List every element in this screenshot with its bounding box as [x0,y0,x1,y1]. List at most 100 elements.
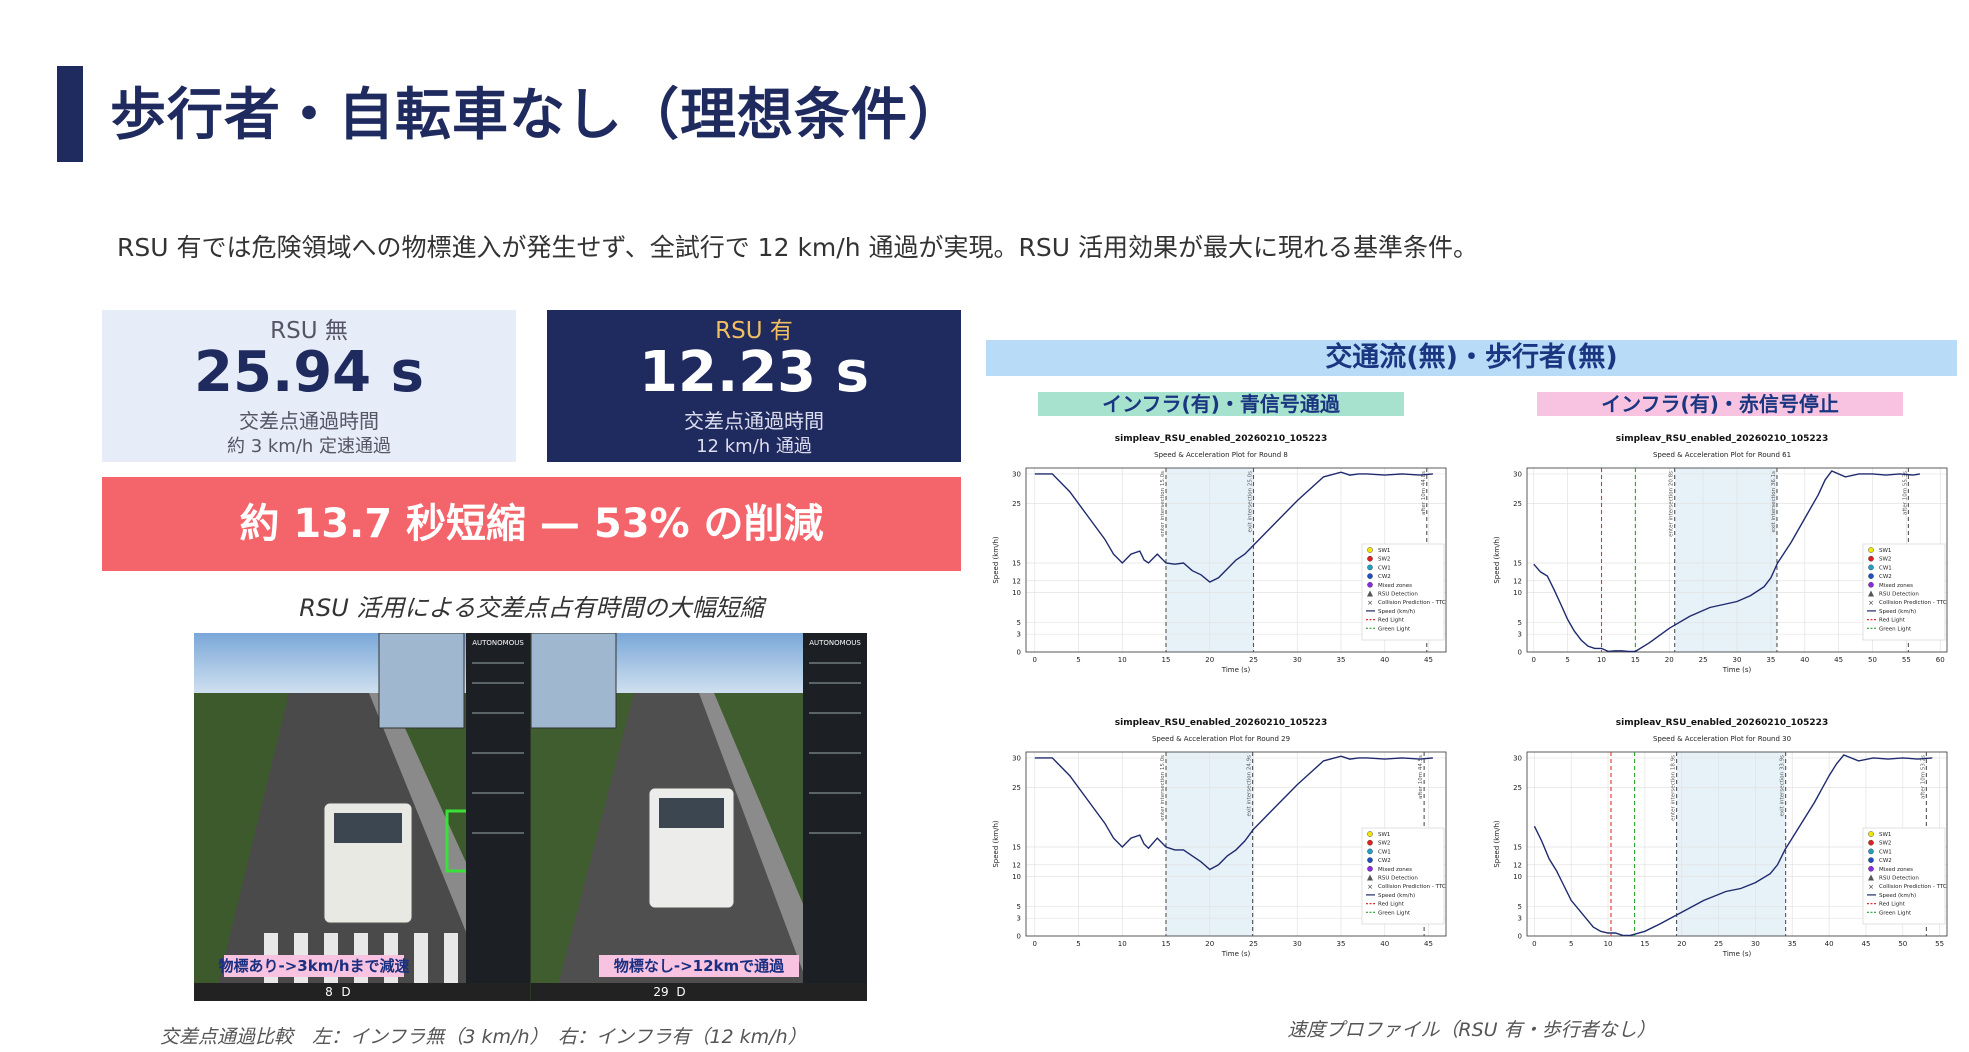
legend-marker [1367,865,1373,872]
right-panel-title: AUTONOMOUS [809,639,861,647]
x-tick-label: 20 [1665,656,1674,664]
chart-title: simpleav_RSU_enabled_20260210_105223 [1115,718,1327,728]
right-bus-window [659,798,724,828]
legend-label: SW1 [1378,832,1390,838]
x-tick-label: 25 [1699,656,1708,664]
legend-label: Red Light [1378,618,1405,624]
x-tick-label: 5 [1565,656,1569,664]
x-tick-label: 40 [1800,656,1809,664]
rsu-on-card: RSU 有 12.23 s 交差点通過時間 12 km/h 通過 [547,310,961,462]
x-tick-label: 25 [1249,656,1258,664]
screenshot-caption: 交差点通過比較 左：インフラ無（3 km/h） 右：インフラ有（12 km/h） [160,1026,807,1048]
x-tick-label: 10 [1118,656,1127,664]
marker-vline-label: exit intersection 36.1s [1771,471,1777,533]
legend-marker [1868,848,1874,855]
y-tick-label: 3 [1017,631,1021,639]
intersection-shade [1674,468,1777,652]
legend-marker [1367,831,1373,837]
legend-label: Collision Prediction - TTC [1378,884,1446,890]
x-tick-label: 40 [1825,940,1834,948]
marker-vline-label: enter intersection 18.9s [1671,755,1677,821]
right-minimap [530,633,617,729]
legend-label: Speed (km/h) [1879,893,1916,899]
x-tick-label: 15 [1631,656,1640,664]
legend-marker [1868,857,1874,863]
legend-marker: × [1868,599,1874,607]
legend-label: Red Light [1378,902,1405,908]
rsu-on-desc: 交差点通過時間 [684,409,824,433]
x-tick-label: 35 [1337,940,1346,948]
right-control-panel [803,633,867,1001]
chart-subtitle: Speed & Acceleration Plot for Round 8 [1154,451,1288,459]
legend-label: RSU Detection [1879,876,1919,882]
legend-marker [1868,555,1874,562]
title-accent-bar [57,66,83,162]
legend-marker [1367,555,1373,562]
legend-label: Green Light [1378,626,1411,632]
simulator-scene: AUTONOMOUS 物標あり->3km/hまで減速 8 D AUTONOMOU… [194,633,867,1001]
y-tick-label: 0 [1518,649,1522,657]
y-tick-label: 12 [1012,577,1021,585]
y-tick-label: 12 [1012,861,1021,869]
x-axis-label: Time (s) [1221,666,1251,674]
x-tick-label: 35 [1766,656,1775,664]
x-tick-label: 15 [1640,940,1649,948]
y-axis-label: Speed (km/h) [1493,536,1501,584]
x-tick-label: 25 [1249,940,1258,948]
x-tick-label: 55 [1935,940,1944,948]
marker-vline-label: exit intersection 33.9s [1780,755,1786,817]
legend-label: Red Light [1879,618,1906,624]
x-tick-label: 50 [1898,940,1907,948]
legend-label: CW1 [1378,565,1391,571]
y-tick-label: 10 [1012,873,1021,881]
legend-label: Collision Prediction - TTC [1378,600,1446,606]
legend-label: Green Light [1378,910,1411,916]
legend-label: CW2 [1879,858,1892,864]
x-axis-label: Time (s) [1722,666,1752,674]
legend-label: RSU Detection [1879,592,1919,598]
legend-label: CW1 [1879,849,1892,855]
y-tick-label: 30 [1513,470,1522,478]
rsu-off-time: 25.94 s [194,340,424,405]
x-tick-label: 55 [1902,656,1911,664]
marker-vline-label: enter intersection 15.0s [1160,471,1166,537]
legend-marker [1868,581,1874,588]
y-tick-label: 0 [1017,933,1021,941]
y-axis-label: Speed (km/h) [992,820,1000,868]
legend-label: Speed (km/h) [1879,609,1916,615]
y-tick-label: 12 [1513,577,1522,585]
x-tick-label: 15 [1162,940,1171,948]
right-overlay-text: 物標なし->12kmで通過 [614,957,785,975]
marker-vline-label: exit intersection 25.0s [1248,471,1254,533]
y-tick-label: 15 [1012,559,1021,567]
marker-vline-label: after 10m 44.5s [1418,755,1424,799]
legend-marker [1868,573,1874,579]
x-tick-label: 30 [1293,656,1302,664]
legend-label: SW1 [1879,832,1891,838]
right-gear: D [676,985,685,999]
x-axis-label: Time (s) [1221,950,1251,958]
speed-chart-round-61: simpleav_RSU_enabled_20260210_105223 Spee… [1493,434,1948,674]
speed-chart-round-30: simpleav_RSU_enabled_20260210_105223 Spee… [1493,718,1948,958]
page-subtitle: RSU 有では危険領域への物標進入が発生せず、全試行で 12 km/h 通過が実… [117,233,1478,262]
legend-label: Mixed zones [1378,867,1412,873]
y-tick-label: 15 [1012,843,1021,851]
left-gear: D [341,985,350,999]
legend-label: Collision Prediction - TTC [1879,600,1947,606]
y-tick-label: 3 [1017,915,1021,923]
legend-label: SW2 [1378,841,1390,847]
legend-label: CW2 [1378,574,1391,580]
y-tick-label: 5 [1518,903,1522,911]
legend-label: CW2 [1879,574,1892,580]
legend-label: Mixed zones [1378,583,1412,589]
legend-marker: × [1367,883,1373,891]
right-speed: 29 [653,985,668,999]
y-tick-label: 25 [1513,784,1522,792]
y-tick-label: 5 [1518,619,1522,627]
x-tick-label: 35 [1337,656,1346,664]
marker-vline-label: enter intersection 20.8s [1669,471,1675,537]
legend-marker [1868,547,1874,553]
legend-label: SW1 [1378,548,1390,554]
x-tick-label: 10 [1604,940,1613,948]
x-tick-label: 5 [1569,940,1573,948]
